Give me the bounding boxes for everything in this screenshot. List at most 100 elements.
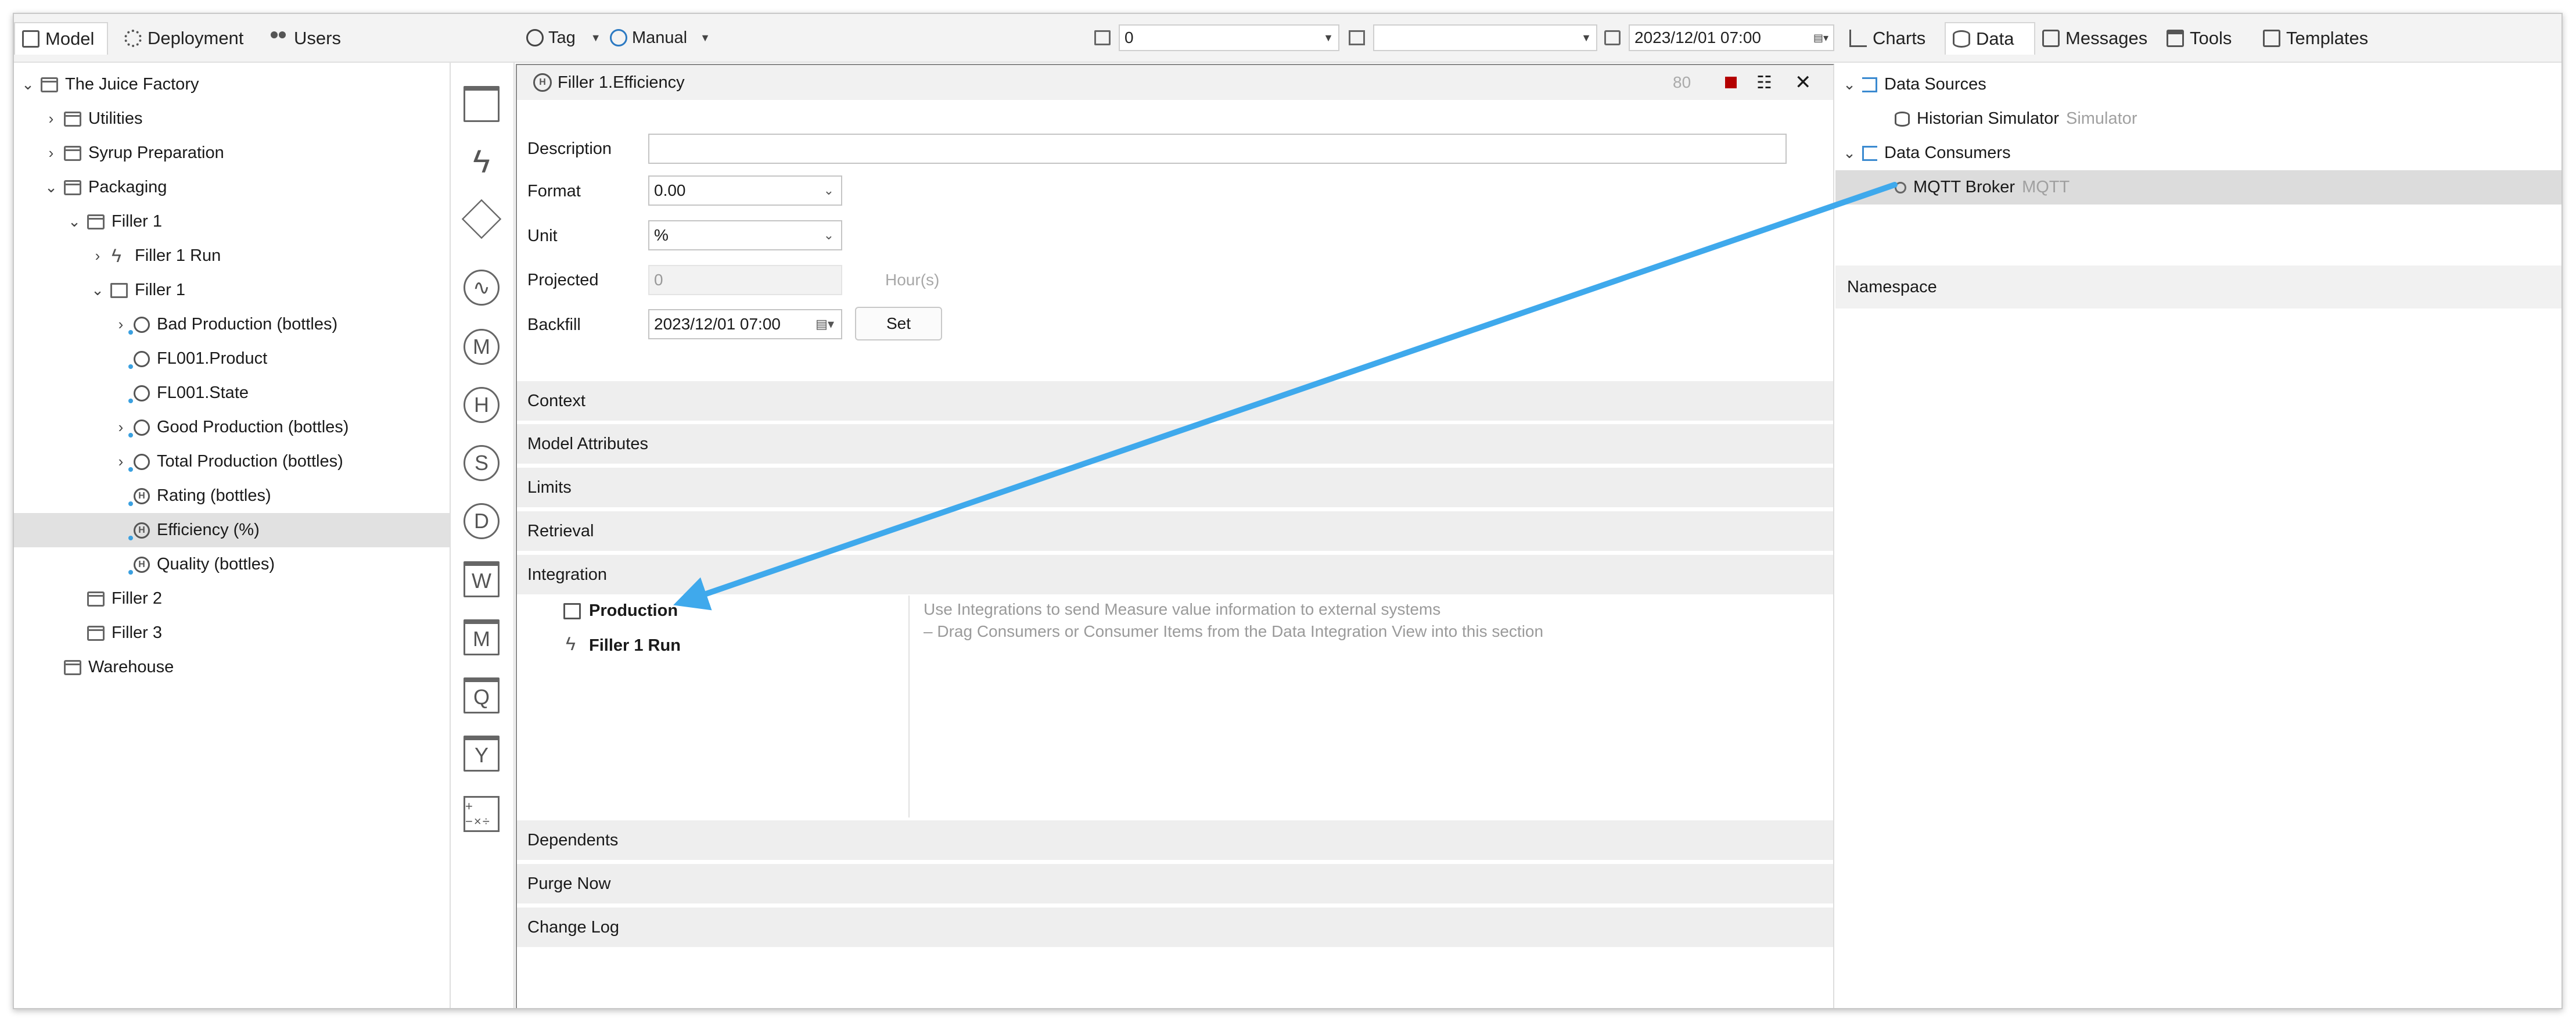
close-icon[interactable]: ✕ (1795, 65, 1812, 100)
folder-tool-icon[interactable] (464, 86, 500, 122)
chevron-right-icon[interactable]: › (44, 144, 58, 162)
historian-measure-icon: H (128, 556, 150, 575)
tab-templates[interactable]: Templates (2256, 22, 2375, 55)
q-calendar-tool-icon[interactable]: Q (464, 677, 500, 713)
tree-item-fl001-state[interactable]: FL001.State (14, 376, 450, 410)
tree-item-filler-1-run[interactable]: › Filler 1 Run (14, 239, 450, 273)
chevron-right-icon[interactable]: › (91, 247, 105, 265)
tree-item-the-juice-factory[interactable]: ⌄ The Juice Factory (14, 67, 450, 102)
calculator-tool-icon[interactable]: +−×÷ (464, 796, 500, 832)
section-integration[interactable]: Integration (517, 555, 1833, 596)
section-retrieval[interactable]: Retrieval (517, 511, 1833, 552)
cube-tool-icon[interactable] (461, 199, 502, 239)
tree-item-filler-1-folder[interactable]: ⌄ Filler 1 (14, 205, 450, 239)
date-picker[interactable]: 2023/12/01 07:00 ▤▾ (1629, 24, 1834, 51)
backfill-date-picker[interactable]: 2023/12/01 07:00 ▤▾ (648, 309, 842, 339)
database-icon (1895, 111, 1910, 127)
chevron-down-icon[interactable]: ⌄ (44, 178, 58, 196)
chevron-down-icon[interactable]: ⌄ (67, 213, 81, 231)
mode-dropdown[interactable]: Manual ▼ (610, 23, 710, 52)
section-change-log[interactable]: Change Log (517, 908, 1833, 948)
tag-label: Tag (548, 28, 576, 47)
chevron-down-icon[interactable]: ⌄ (1842, 144, 1856, 162)
folder-icon (64, 111, 81, 127)
tab-users[interactable]: Users (264, 22, 348, 55)
gear-icon (124, 30, 142, 47)
chevron-right-icon[interactable]: › (44, 110, 58, 128)
users-icon (271, 30, 288, 47)
lightning-tool-icon[interactable]: ϟ (464, 143, 500, 180)
tab-model[interactable]: Model (14, 22, 108, 55)
tree-item-good-production[interactable]: › Good Production (bottles) (14, 410, 450, 444)
tree-item-quality[interactable]: H Quality (bottles) (14, 547, 450, 582)
tree-item-label: Warehouse (88, 658, 174, 676)
cube-icon (22, 30, 39, 48)
integration-item-filler-1-run[interactable]: Filler 1 Run (563, 633, 681, 655)
tree-item-warehouse[interactable]: Warehouse (14, 650, 450, 684)
tree-view-icon[interactable]: ☷ (1756, 65, 1772, 100)
section-dependents[interactable]: Dependents (517, 820, 1833, 861)
section-purge-now[interactable]: Purge Now (517, 864, 1833, 905)
tab-tools[interactable]: Tools (2160, 22, 2239, 55)
tree-item-packaging[interactable]: ⌄ Packaging (14, 170, 450, 205)
section-limits[interactable]: Limits (517, 468, 1833, 508)
tab-deployment[interactable]: Deployment (117, 22, 250, 55)
tree-item-bad-production[interactable]: › Bad Production (bottles) (14, 307, 450, 342)
h-measure-tool-icon[interactable]: H (464, 387, 500, 423)
tree-item-utilities[interactable]: › Utilities (14, 102, 450, 136)
broker-type: MQTT (2022, 178, 2070, 196)
chevron-down-icon[interactable]: ⌄ (1842, 76, 1856, 94)
unit-select[interactable]: % ⌄ (648, 220, 842, 250)
d-measure-tool-icon[interactable]: D (464, 503, 500, 539)
tab-charts[interactable]: Charts (1842, 22, 1932, 55)
m-measure-tool-icon[interactable]: M (464, 329, 500, 365)
section-context[interactable]: Context (517, 381, 1833, 422)
range-select[interactable]: ▼ (1373, 24, 1597, 51)
stop-button[interactable] (1725, 65, 1737, 100)
historian-simulator-node[interactable]: Historian Simulator Simulator (1835, 102, 2561, 136)
tag-dropdown[interactable]: Tag ▼ (526, 23, 601, 52)
trend-tool-icon[interactable]: ∿ (464, 270, 500, 306)
tree-item-total-production[interactable]: › Total Production (bottles) (14, 444, 450, 479)
grid-select[interactable]: 0 ▼ (1119, 24, 1339, 51)
y-calendar-tool-icon[interactable]: Y (464, 736, 500, 772)
trend-measure-icon (128, 350, 150, 369)
tab-messages[interactable]: Messages (2035, 22, 2154, 55)
section-model-attributes[interactable]: Model Attributes (517, 424, 1833, 465)
tree-item-filler-2[interactable]: Filler 2 (14, 582, 450, 616)
s-measure-tool-icon[interactable]: S (464, 445, 500, 481)
element-toolbox: ϟ ∿ M H S D W M Q Y +−×÷ (452, 63, 515, 1008)
format-select[interactable]: 0.00 ⌄ (648, 175, 842, 206)
tree-item-label: Filler 1 Run (135, 246, 221, 265)
chevron-down-icon[interactable]: ⌄ (21, 76, 35, 94)
set-button[interactable]: Set (855, 307, 942, 340)
section-model-attributes-label: Model Attributes (527, 434, 648, 453)
data-consumer-icon (1862, 145, 1877, 161)
chevron-right-icon[interactable]: › (114, 418, 128, 436)
data-sources-node[interactable]: ⌄ Data Sources (1835, 67, 2561, 102)
tree-item-filler-3[interactable]: Filler 3 (14, 616, 450, 650)
description-field[interactable] (648, 134, 1787, 164)
tree-item-efficiency[interactable]: H Efficiency (%) (14, 513, 450, 547)
tree-item-filler-1-object[interactable]: ⌄ Filler 1 (14, 273, 450, 307)
integration-help: Use Integrations to send Measure value i… (924, 598, 1543, 643)
folder-icon (64, 145, 81, 161)
data-consumers-label: Data Consumers (1884, 144, 2011, 162)
measure-editor: H Filler 1.Efficiency 80 ☷ ✕ Description… (516, 64, 1834, 1008)
w-calendar-tool-icon[interactable]: W (464, 561, 500, 597)
section-limits-label: Limits (527, 478, 572, 497)
data-consumers-node[interactable]: ⌄ Data Consumers (1835, 136, 2561, 170)
chevron-down-icon[interactable]: ⌄ (91, 281, 105, 299)
tree-item-fl001-product[interactable]: FL001.Product (14, 342, 450, 376)
tab-data[interactable]: Data (1945, 22, 2035, 55)
chevron-right-icon[interactable]: › (114, 453, 128, 471)
m-calendar-tool-icon[interactable]: M (464, 619, 500, 655)
mqtt-broker-node[interactable]: MQTT Broker MQTT (1835, 170, 2561, 205)
tab-tools-label: Tools (2190, 28, 2232, 48)
chevron-right-icon[interactable]: › (114, 315, 128, 334)
tree-item-rating[interactable]: H Rating (bottles) (14, 479, 450, 513)
tree-item-syrup-preparation[interactable]: › Syrup Preparation (14, 136, 450, 170)
namespace-header[interactable]: Namespace (1835, 266, 2561, 309)
projected-field: 0 (648, 265, 842, 295)
integration-item-production[interactable]: Production (563, 601, 678, 621)
